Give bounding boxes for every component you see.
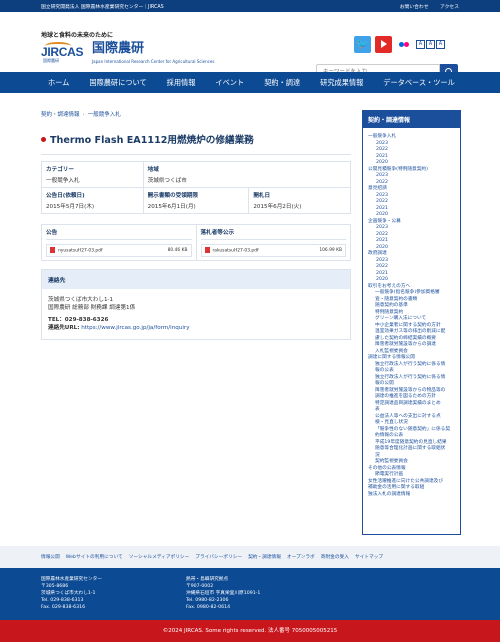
access-link[interactable]: アクセス [440, 5, 459, 10]
social-links: 🐦 A A A [354, 36, 445, 53]
contact-box: 連絡先 茨城県つくば市大わし1-1 国際農研 総務部 財務課 調達第1係 TEL… [41, 268, 351, 340]
copyright: ©2024 JIRCAS. Some rights reserved. 法人番号… [0, 620, 500, 642]
contact-link[interactable]: お問い合わせ [400, 5, 429, 10]
footer-link[interactable]: オープンラボ [287, 554, 315, 560]
info-table: カテゴリー 一般競争入札 地域 茨城県つくば市 公告日(依頼日) 2015年5月7日(… [41, 161, 352, 214]
font-size-controls: A A A [415, 40, 445, 49]
nav-research[interactable]: 研究成果情報 [320, 78, 363, 88]
page-title: Thermo Flash EA1112用燃焼炉の修繕業務 [41, 132, 351, 146]
contact-dept: 国際農研 総務部 財務課 調達第1係 [48, 304, 136, 311]
breadcrumb-tender[interactable]: 一般競争入札 [88, 112, 121, 118]
header: 地球と食料の未来のために JIRCAS 国際農研 国際農研 Japan Inte… [0, 12, 500, 80]
notice-date: 2015年5月7日(木) [46, 204, 95, 210]
nav-events[interactable]: イベント [215, 78, 244, 88]
flickr-icon[interactable] [399, 42, 409, 47]
notice-file-link[interactable]: nyusatsuH27-03.pdf 80.46 KB [46, 244, 192, 257]
sidebar-item[interactable]: 温室効果ガス等の排出の削減に配 [368, 329, 457, 336]
main-content: 契約・調達情報 › 一般競争入札 Thermo Flash EA1112用燃焼炉の修… [41, 110, 352, 340]
footer-link[interactable]: 契約・調達情報 [248, 554, 281, 560]
font-medium-button[interactable]: A [426, 40, 435, 49]
contact-address: 茨城県つくば市大わし1-1 [48, 296, 114, 303]
footer-link[interactable]: 寄附金の受入 [321, 554, 349, 560]
sidebar-list: 一般競争入札 2023 2022 2021 2020 公開見積競争(特例随意契約) 2023… [363, 128, 460, 498]
footer-link[interactable]: ソーシャルメディアポリシー [129, 554, 190, 560]
footer-link[interactable]: 情報公開 [41, 554, 60, 560]
twitter-icon[interactable]: 🐦 [354, 36, 371, 53]
category-value: 一般競争入札 [46, 178, 80, 184]
font-large-button[interactable]: A [436, 40, 445, 49]
result-label: 落札者等公示 [200, 228, 346, 240]
main-nav: ホーム 国際農研について 採用情報 イベント 契約・調達 研究成果情報 データベ… [0, 72, 500, 93]
sidebar-title: 契約・調達情報 [363, 111, 460, 128]
area-value: 茨城県つくば市 [147, 178, 187, 184]
doc-deadline: 2015年6月1日(月) [147, 204, 196, 210]
sidebar-item[interactable]: 独法入札の調達情報 [368, 492, 457, 499]
attachments: 公告 nyusatsuH27-03.pdf 80.46 KB 落札者等公示 ra… [41, 224, 351, 261]
nav-home[interactable]: ホーム [48, 78, 69, 88]
jircas-logo-mark: JIRCAS 国際農研 [41, 42, 86, 64]
pdf-icon [204, 247, 210, 253]
nav-procurement[interactable]: 契約・調達 [264, 78, 300, 88]
pdf-icon [50, 247, 55, 253]
top-bar: 国立研究開発法人 国際農林水産業研究センター｜JIRCAS お問い合わせ アクセ… [0, 0, 500, 12]
footer-okinawa: 熱帯・島嶼研究拠点 〒907-0002 沖縄県石垣市 字真栄里川原1091-1 Te… [186, 577, 261, 610]
contact-tel: TEL：029-838-6326 [48, 316, 109, 323]
nav-recruit[interactable]: 採用情報 [167, 78, 196, 88]
sidebar-item[interactable]: 随意等合理化計画に関する取組状 [368, 446, 457, 453]
footer-links: 情報公開 Webサイトの利用について ソーシャルメディアポリシー プライバシーポ… [0, 546, 500, 568]
logo-title: 国際農研 [92, 41, 145, 56]
org-name: 国立研究開発法人 国際農林水産業研究センター｜JIRCAS [41, 4, 164, 10]
contact-url[interactable]: https://www.jircas.go.jp/ja/form/inquiry [81, 325, 189, 331]
breadcrumb: 契約・調達情報 › 一般競争入札 [41, 112, 121, 118]
site-logo[interactable]: JIRCAS 国際農研 国際農研 Japan International Res… [41, 41, 215, 65]
breadcrumb-procurement[interactable]: 契約・調達情報 [41, 112, 80, 118]
nav-about[interactable]: 国際農研について [89, 78, 146, 88]
footer-link[interactable]: Webサイトの利用について [66, 554, 123, 560]
footer-link[interactable]: プライバシーポリシー [195, 554, 242, 560]
bullet-icon [41, 136, 46, 142]
result-file-link[interactable]: rakusatsuH27-03.pdf 106.99 KB [200, 244, 346, 257]
contact-heading: 連絡先 [42, 269, 350, 289]
footer-link[interactable]: サイトマップ [355, 554, 383, 560]
opening-date: 2015年6月2日(火) [253, 204, 302, 210]
nav-database[interactable]: データベース・ツール [383, 78, 455, 88]
logo-subtitle: Japan International Research Center for … [92, 59, 215, 64]
footer: 国際農林水産業研究センター 〒305-8686 茨城県つくば市大わし1-1 Tel.… [0, 568, 500, 620]
youtube-icon[interactable] [375, 36, 392, 53]
notice-label: 公告 [46, 228, 192, 240]
font-small-button[interactable]: A [416, 40, 425, 49]
tagline: 地球と食料の未来のために [41, 32, 114, 39]
sidebar: 契約・調達情報 一般競争入札 2023 2022 2021 2020 公開見積競争(特例随… [362, 110, 461, 535]
footer-hq: 国際農林水産業研究センター 〒305-8686 茨城県つくば市大わし1-1 Tel.… [41, 577, 102, 610]
